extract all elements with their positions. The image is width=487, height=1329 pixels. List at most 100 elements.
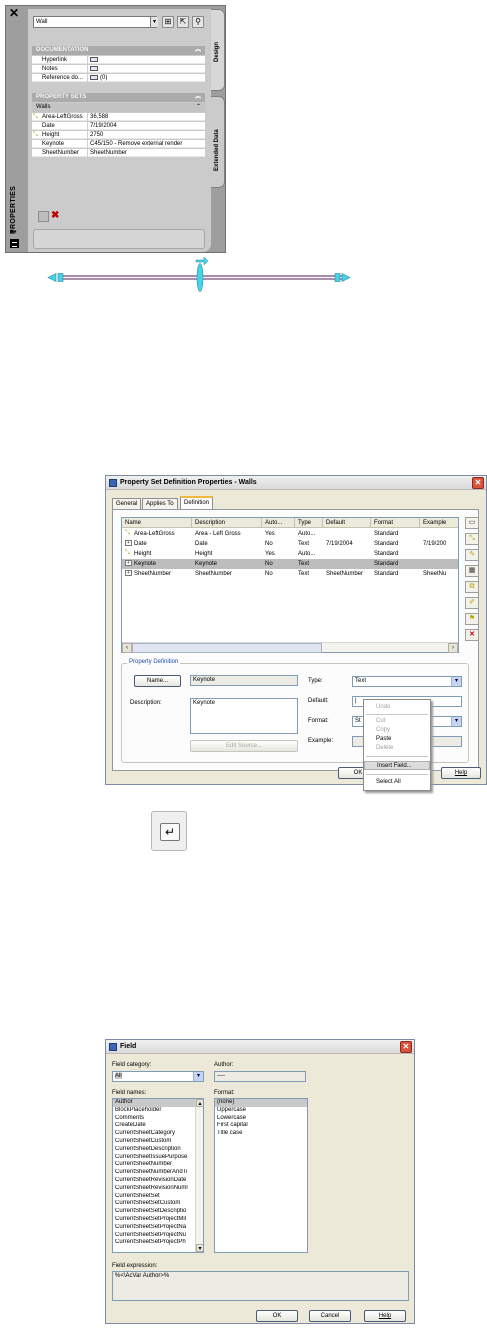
remove-property-sets-icon[interactable]: ✖ [51, 211, 62, 222]
vertical-scrollbar[interactable]: ▴ ▾ [195, 1099, 203, 1252]
quick-select-icon[interactable]: ⚲ [192, 16, 204, 28]
chevron-down-icon[interactable]: ▾ [451, 717, 461, 726]
menu-item-insert-field[interactable]: Insert Field... [364, 761, 430, 770]
property-list[interactable]: Name Description Auto... Type Default Fo… [121, 517, 459, 653]
help-button[interactable]: Help [441, 767, 481, 779]
field-name-item[interactable]: CurrentSheetSetProjectMil [113, 1216, 195, 1224]
documentation-header[interactable]: DOCUMENTATION ︽ [32, 46, 205, 55]
tab-general[interactable]: General [112, 498, 142, 509]
hyperlink-icon[interactable] [90, 56, 98, 62]
format-list[interactable]: (none) Uppercase Lowercase First capital Tit… [214, 1098, 308, 1253]
scroll-right-icon[interactable]: › [448, 643, 458, 653]
field-category-select[interactable]: All ▾ [112, 1071, 204, 1082]
description-field[interactable]: Keynote [190, 698, 298, 734]
field-name-item[interactable]: CurrentSheetSet [113, 1193, 195, 1201]
column-header[interactable]: Description [192, 518, 262, 528]
menu-item-delete[interactable]: Delete [364, 744, 430, 753]
propset-row-date[interactable]: Date 7/19/2004 [32, 122, 205, 130]
reference-icon[interactable] [90, 74, 98, 80]
field-name-item[interactable]: CurrentSheetSetDescriptio [113, 1208, 195, 1216]
field-name-item[interactable]: BlockPlaceholder [113, 1107, 195, 1115]
scroll-up-icon[interactable]: ▴ [196, 1099, 203, 1107]
propset-row-height[interactable]: ⤡ Height 2750 [32, 131, 205, 139]
field-name-item[interactable]: CurrentSheetRevisionNuml [113, 1185, 195, 1193]
add-property-icon[interactable]: ▭ [465, 517, 479, 529]
table-row-selected[interactable]: + Keynote Keynote No Text Standard [122, 559, 458, 569]
column-header[interactable]: Format [371, 518, 420, 528]
field-name-item[interactable]: CurrentSheetSetProjectNa [113, 1224, 195, 1232]
field-name-item[interactable]: CurrentSheetCategory [113, 1130, 195, 1138]
menu-item-select-all[interactable]: Select All [364, 778, 430, 787]
propset-row-keynote[interactable]: Keynote C45/150 - Remove external render [32, 140, 205, 148]
doc-row-notes[interactable]: Notes [32, 65, 205, 73]
location-grip[interactable] [196, 263, 204, 292]
field-name-item[interactable]: CurrentSheetCustom [113, 1138, 195, 1146]
palette-menu-icon[interactable] [10, 239, 19, 248]
field-name-item[interactable]: CurrentSheetRevisionDate [113, 1177, 195, 1185]
horizontal-scrollbar[interactable]: ‹ › [122, 642, 458, 653]
select-objects-icon[interactable]: ⇱ [177, 16, 189, 28]
length-grip-right[interactable] [341, 273, 351, 282]
object-type-select[interactable]: Wall ▾ [33, 16, 158, 28]
menu-item-paste[interactable]: Paste [364, 735, 430, 744]
propset-row-area[interactable]: ⤡ Area-LeftGross 36,588 [32, 113, 205, 121]
auto-hide-icon[interactable]: ⇹ [10, 227, 17, 236]
field-name-item[interactable]: CurrentSheetNumberAndTi [113, 1169, 195, 1177]
close-icon[interactable]: ✕ [9, 7, 19, 19]
table-row[interactable]: + Date Date No Text 7/19/2004 Standard 7/… [122, 539, 458, 549]
format-item[interactable]: Title case [215, 1130, 307, 1138]
chevron-down-icon[interactable]: ▾ [150, 17, 158, 27]
field-name-item[interactable]: CurrentSheetSetCustom [113, 1200, 195, 1208]
field-name-item[interactable]: CurrentSheetSetProjectPh [113, 1239, 195, 1247]
close-icon[interactable]: ✕ [400, 1041, 412, 1053]
add-auto-property-icon[interactable]: ⤡ [465, 533, 479, 545]
field-name-item[interactable]: CreateDate [113, 1122, 195, 1130]
name-button[interactable]: Name... [134, 675, 181, 687]
column-header[interactable]: Auto... [262, 518, 295, 528]
scroll-thumb[interactable] [132, 643, 322, 653]
remove-property-icon[interactable]: ✕ [465, 629, 479, 641]
tab-design[interactable]: Design [211, 9, 225, 91]
field-name-item[interactable]: CurrentSheetDescription [113, 1146, 195, 1154]
type-select[interactable]: Text ▾ [352, 676, 462, 687]
propset-row-sheetnumber[interactable]: SheetNumber SheetNumber [32, 149, 205, 157]
flip-grip-icon[interactable] [195, 256, 209, 266]
column-header[interactable]: Type [295, 518, 323, 528]
add-property-sets-icon[interactable] [38, 211, 49, 222]
format-item[interactable]: First capital [215, 1122, 307, 1130]
end-grip-right[interactable] [334, 273, 341, 282]
ok-button[interactable]: OK [256, 1310, 298, 1322]
cancel-button[interactable]: Cancel [309, 1310, 351, 1322]
field-names-list[interactable]: Author BlockPlaceholder Comments CreateDate… [112, 1098, 204, 1253]
field-name-item[interactable]: CurrentSheetIssuePurpose [113, 1154, 195, 1162]
name-field[interactable]: Keynote [190, 675, 298, 686]
field-name-item[interactable]: CurrentSheetSetProjectNu [113, 1232, 195, 1240]
table-row[interactable]: + SheetNumber SheetNumber No Text SheetNu… [122, 569, 458, 579]
column-header[interactable]: Name [122, 518, 192, 528]
toggle-pickadd-icon[interactable]: ⊞ [162, 16, 174, 28]
add-material-icon[interactable]: ✐ [465, 597, 479, 609]
notes-icon[interactable] [90, 65, 98, 71]
doc-row-reference[interactable]: Reference do... (0) [32, 74, 205, 82]
scroll-left-icon[interactable]: ‹ [122, 643, 132, 653]
end-grip-left[interactable] [57, 273, 64, 282]
format-item[interactable]: Lowercase [215, 1115, 307, 1123]
doc-row-hyperlink[interactable]: Hyperlink [32, 56, 205, 64]
chevron-down-icon[interactable]: ▾ [451, 677, 461, 686]
length-grip-left[interactable] [47, 273, 57, 282]
add-classification-icon[interactable]: ⧉ [465, 581, 479, 593]
column-header[interactable]: Default [323, 518, 371, 528]
table-row[interactable]: ⤡ Area-LeftGross Area - Left Gross Yes Au… [122, 529, 458, 539]
tab-definition[interactable]: Definition [180, 496, 214, 509]
close-icon[interactable]: ✕ [472, 477, 484, 489]
property-sets-header[interactable]: PROPERTY SETS ︽ [32, 93, 205, 102]
format-item[interactable]: (none) [215, 1099, 307, 1107]
format-item[interactable]: Uppercase [215, 1107, 307, 1115]
field-name-item[interactable]: Author [113, 1099, 195, 1107]
scroll-down-icon[interactable]: ▾ [196, 1244, 203, 1252]
wall-drawing[interactable] [44, 256, 354, 296]
add-location-property-icon[interactable]: ▦ [465, 565, 479, 577]
field-name-item[interactable]: CurrentSheetNumber [113, 1161, 195, 1169]
add-graphic-icon[interactable]: ⚑ [465, 613, 479, 625]
column-header[interactable]: Example [420, 518, 458, 528]
